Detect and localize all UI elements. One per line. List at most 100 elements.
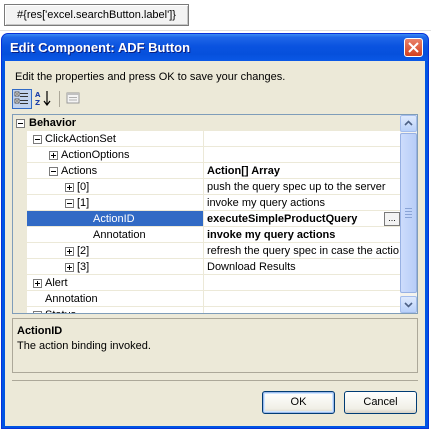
property-value-cell[interactable]	[203, 147, 401, 163]
property-row[interactable]: [1] invoke my query actions	[13, 195, 401, 211]
property-name: Annotation	[93, 229, 146, 241]
property-value-cell[interactable]	[203, 131, 401, 147]
title-bar[interactable]: Edit Component: ADF Button	[2, 34, 428, 61]
property-name: [3]	[77, 261, 90, 273]
vertical-scrollbar[interactable]	[400, 115, 417, 313]
ellipsis-button[interactable]: ...	[384, 212, 400, 226]
property-name-cell[interactable]: ClickActionSet	[27, 131, 203, 147]
property-row[interactable]: ActionOptions	[13, 147, 401, 163]
chevron-down-icon	[404, 302, 413, 308]
property-row[interactable]: ClickActionSet	[13, 131, 401, 147]
property-value-cell[interactable]	[203, 307, 401, 313]
property-value-cell[interactable]	[203, 115, 401, 131]
alphabetical-button[interactable]: A Z	[34, 89, 54, 109]
property-value: refresh the query spec in case the actio	[207, 245, 399, 257]
close-button[interactable]	[404, 38, 423, 57]
property-name-cell[interactable]: Actions	[27, 163, 203, 179]
property-value: push the query spec up to the server	[207, 181, 386, 193]
collapse-icon[interactable]	[16, 119, 25, 128]
footer-divider	[12, 380, 418, 381]
property-value-cell[interactable]: Download Results	[203, 259, 401, 275]
row-gutter	[13, 147, 27, 163]
property-name-cell[interactable]: [1]	[27, 195, 203, 211]
property-value-cell[interactable]	[203, 275, 401, 291]
property-name-cell[interactable]: [0]	[27, 179, 203, 195]
property-name-cell[interactable]: ActionOptions	[27, 147, 203, 163]
property-value: invoke my query actions	[207, 197, 325, 209]
expand-icon[interactable]	[33, 311, 42, 313]
row-gutter	[13, 275, 27, 291]
property-value-cell[interactable]: invoke my query actions	[203, 195, 401, 211]
property-row[interactable]: ActionID executeSimpleProductQuery...	[13, 211, 401, 227]
collapse-icon[interactable]	[49, 167, 58, 176]
property-value: executeSimpleProductQuery	[207, 213, 358, 225]
property-row[interactable]: Alert	[13, 275, 401, 291]
row-gutter	[13, 211, 27, 227]
property-name-cell[interactable]: Annotation	[27, 291, 203, 307]
scroll-down-button[interactable]	[400, 296, 417, 313]
property-name: Actions	[61, 165, 98, 177]
property-row[interactable]: Status	[13, 307, 401, 313]
property-row[interactable]: [0] push the query spec up to the server	[13, 179, 401, 195]
property-value: Download Results	[207, 261, 296, 273]
ok-button[interactable]: OK	[262, 391, 335, 414]
expand-icon[interactable]	[33, 279, 42, 288]
cancel-button[interactable]: Cancel	[344, 391, 417, 414]
property-name: Status	[45, 309, 76, 313]
category-row[interactable]: Behavior	[13, 115, 401, 131]
property-toolbar: A Z	[12, 89, 92, 111]
row-gutter	[13, 291, 27, 307]
chevron-up-icon	[404, 120, 413, 126]
property-name-cell[interactable]: Alert	[27, 275, 203, 291]
property-name-cell[interactable]: Behavior	[27, 115, 203, 131]
property-name: ClickActionSet	[45, 133, 116, 145]
property-row[interactable]: Annotation	[13, 291, 401, 307]
divider	[0, 30, 431, 31]
description-text: The action binding invoked.	[17, 340, 151, 352]
scroll-up-button[interactable]	[400, 115, 417, 132]
svg-text:Z: Z	[35, 99, 40, 107]
property-name-cell[interactable]: ActionID	[27, 211, 203, 227]
property-name-cell[interactable]: Annotation	[27, 227, 203, 243]
description-title: ActionID	[17, 325, 63, 337]
property-name-cell[interactable]: Status	[27, 307, 203, 313]
property-value-cell[interactable]: push the query spec up to the server	[203, 179, 401, 195]
property-row[interactable]: Actions Action[] Array	[13, 163, 401, 179]
property-value: Action[] Array	[207, 165, 280, 177]
property-value-cell[interactable]: executeSimpleProductQuery...	[203, 211, 401, 227]
collapse-icon[interactable]	[65, 199, 74, 208]
toolbar-separator	[59, 91, 60, 107]
expand-icon[interactable]	[65, 263, 74, 272]
row-gutter	[13, 131, 27, 147]
expand-icon[interactable]	[65, 183, 74, 192]
property-pages-icon	[66, 92, 80, 104]
property-value-cell[interactable]: refresh the query spec in case the actio	[203, 243, 401, 259]
property-pages-button[interactable]	[64, 89, 84, 109]
property-name: [1]	[77, 197, 90, 209]
property-name: ActionID	[93, 213, 135, 225]
property-name: [0]	[77, 181, 90, 193]
property-value-cell[interactable]	[203, 291, 401, 307]
instructions-text: Edit the properties and press OK to save…	[15, 71, 286, 83]
row-gutter	[13, 243, 27, 259]
property-row[interactable]: Annotation invoke my query actions	[13, 227, 401, 243]
scroll-thumb[interactable]	[400, 133, 417, 293]
categorized-button[interactable]	[12, 89, 32, 109]
background-area: #{res['excel.searchButton.label']}	[0, 0, 191, 30]
alphabetical-sort-icon: A Z	[35, 91, 51, 107]
expand-icon[interactable]	[65, 247, 74, 256]
property-value-cell[interactable]: Action[] Array	[203, 163, 401, 179]
dialog-title: Edit Component: ADF Button	[10, 40, 191, 55]
row-gutter	[13, 115, 27, 131]
property-row[interactable]: [3] Download Results	[13, 259, 401, 275]
dialog-body: Edit the properties and press OK to save…	[5, 61, 425, 426]
property-row[interactable]: [2] refresh the query spec in case the ac…	[13, 243, 401, 259]
property-value-cell[interactable]: invoke my query actions	[203, 227, 401, 243]
collapse-icon[interactable]	[33, 135, 42, 144]
property-name: Alert	[45, 277, 68, 289]
property-name-cell[interactable]: [3]	[27, 259, 203, 275]
property-name-cell[interactable]: [2]	[27, 243, 203, 259]
categorized-icon	[14, 91, 28, 104]
search-button-label-preview[interactable]: #{res['excel.searchButton.label']}	[4, 4, 189, 26]
expand-icon[interactable]	[49, 151, 58, 160]
